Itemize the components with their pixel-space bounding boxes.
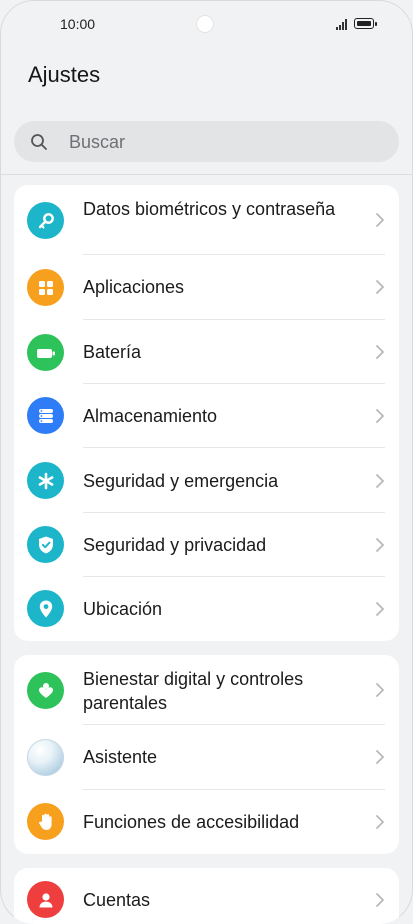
settings-group-wellbeing: Bienestar digital y controles parentales… — [14, 655, 399, 854]
settings-item-label: Seguridad y emergencia — [83, 471, 279, 491]
chevron-right-icon — [376, 815, 384, 829]
account-icon — [27, 881, 64, 918]
location-pin-icon — [27, 590, 64, 627]
settings-screen: 10:00 Ajustes Buscar Datos biométricos y… — [0, 0, 413, 924]
settings-group-security: Datos biométricos y contraseña Aplicacio… — [14, 185, 399, 641]
settings-item-label: Almacenamiento — [83, 406, 218, 426]
settings-item-label: Seguridad y privacidad — [83, 535, 267, 555]
chevron-right-icon — [376, 280, 384, 294]
chevron-right-icon — [376, 213, 384, 227]
status-time: 10:00 — [60, 16, 96, 32]
settings-item-assistant[interactable]: Asistente — [14, 725, 399, 790]
settings-item-biometrics[interactable]: Datos biométricos y contraseña — [14, 185, 399, 255]
settings-item-storage[interactable]: Almacenamiento — [14, 384, 399, 448]
settings-item-label: Datos biométricos y contraseña — [83, 199, 336, 219]
search-icon — [31, 134, 47, 150]
signal-icon — [336, 18, 350, 30]
search-placeholder: Buscar — [69, 132, 126, 152]
chevron-right-icon — [376, 750, 384, 764]
battery-icon — [27, 334, 64, 371]
storage-icon — [27, 397, 64, 434]
settings-item-location[interactable]: Ubicación — [14, 577, 399, 641]
chevron-right-icon — [376, 474, 384, 488]
header-divider — [0, 174, 413, 175]
chevron-right-icon — [376, 409, 384, 423]
key-icon — [27, 202, 64, 239]
assistant-orb-icon — [27, 739, 64, 776]
battery-status-icon — [354, 18, 377, 29]
settings-item-accounts[interactable]: Cuentas — [14, 868, 399, 924]
settings-item-label: Ubicación — [83, 599, 163, 619]
apps-grid-icon — [27, 269, 64, 306]
chevron-right-icon — [376, 683, 384, 697]
settings-group-accounts: Cuentas — [14, 868, 399, 924]
shield-icon — [27, 526, 64, 563]
front-camera — [197, 16, 213, 32]
search-input[interactable]: Buscar — [14, 121, 399, 162]
settings-item-battery[interactable]: Batería — [14, 320, 399, 384]
settings-item-emergency[interactable]: Seguridad y emergencia — [14, 448, 399, 513]
settings-item-apps[interactable]: Aplicaciones — [14, 255, 399, 320]
settings-item-label: Cuentas — [83, 890, 151, 910]
settings-item-accessibility[interactable]: Funciones de accesibilidad — [14, 790, 399, 854]
chevron-right-icon — [376, 538, 384, 552]
settings-item-digital-wellbeing[interactable]: Bienestar digital y controles parentales — [14, 655, 399, 725]
settings-item-label: Batería — [83, 342, 142, 362]
page-title: Ajustes — [28, 62, 101, 87]
settings-item-label: Funciones de accesibilidad — [83, 812, 300, 832]
chevron-right-icon — [376, 602, 384, 616]
settings-item-label: Bienestar digital y controles parentales — [83, 669, 304, 713]
chevron-right-icon — [376, 893, 384, 907]
status-bar: 10:00 — [0, 0, 413, 50]
asterisk-icon — [27, 462, 64, 499]
settings-item-privacy[interactable]: Seguridad y privacidad — [14, 513, 399, 577]
settings-item-label: Aplicaciones — [83, 277, 185, 297]
wellbeing-icon — [27, 672, 64, 709]
hand-icon — [27, 803, 64, 840]
chevron-right-icon — [376, 345, 384, 359]
settings-item-label: Asistente — [83, 747, 158, 767]
